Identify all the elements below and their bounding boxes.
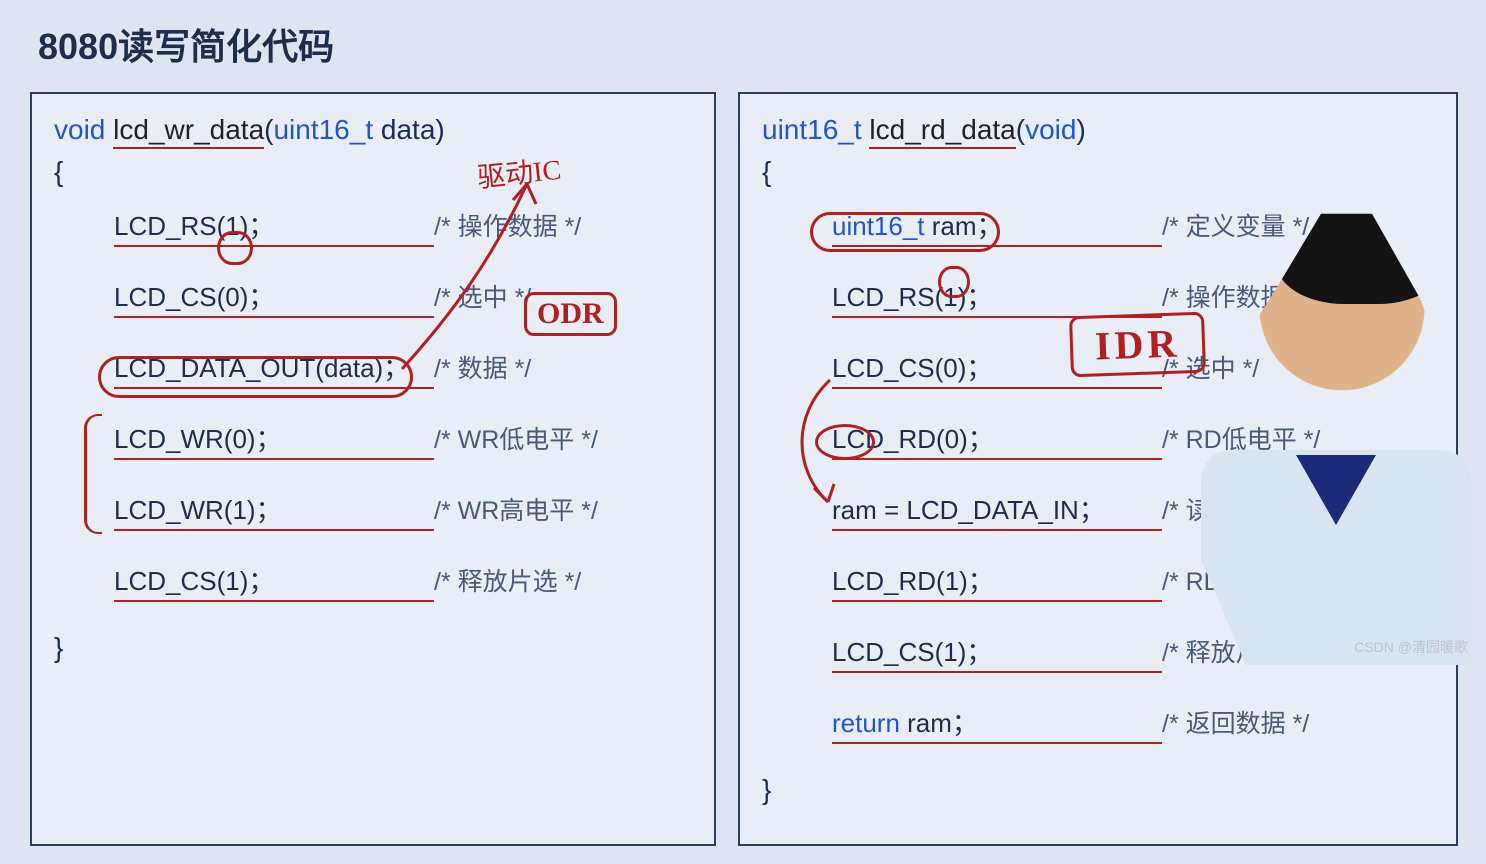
stmt: LCD_WR(0)； xyxy=(114,419,434,460)
stmt: ram = LCD_DATA_IN； xyxy=(832,490,1162,531)
code-line: LCD_WR(0)；/* WR低电平 */ xyxy=(114,419,692,460)
code-line: return ram； /* 返回数据 */ xyxy=(832,703,1434,744)
code-line: LCD_DATA_OUT(data)；/* 数据 */ xyxy=(114,348,692,389)
comment: /* 返回数据 */ xyxy=(1162,704,1309,740)
ret-type: void xyxy=(54,114,105,145)
param-name: data xyxy=(381,114,436,145)
comment: /* WR低电平 */ xyxy=(434,420,598,456)
stmt: LCD_CS(0)； xyxy=(832,348,1162,389)
code-line: LCD_WR(1)；/* WR高电平 */ xyxy=(114,490,692,531)
code-body-write: LCD_RS(1)；/* 操作数据 */ LCD_CS(0)；/* 选中 */ … xyxy=(54,206,692,602)
stmt: return ram； xyxy=(832,703,1162,744)
slide-title: 8080读写简化代码 xyxy=(30,18,1456,70)
panel-write: void lcd_wr_data(uint16_t data) { LCD_RS… xyxy=(30,92,716,846)
stmt: uint16_t ram； xyxy=(832,206,1162,247)
fn-signature-write: void lcd_wr_data(uint16_t data) xyxy=(54,112,692,148)
stmt: LCD_RS(1)； xyxy=(114,206,434,247)
stmt: LCD_CS(0)； xyxy=(114,277,434,318)
stmt: LCD_DATA_OUT(data)； xyxy=(114,348,434,389)
ret-type: uint16_t xyxy=(762,114,862,145)
stmt: LCD_RD(0)； xyxy=(832,419,1162,460)
comment: /* 数据 */ xyxy=(434,349,531,385)
stmt: LCD_RS(1)； xyxy=(832,277,1162,318)
param-void: void xyxy=(1025,114,1076,145)
param-type: uint16_t xyxy=(273,114,373,145)
fn-name: lcd_rd_data xyxy=(869,114,1015,149)
stmt: LCD_RD(1)； xyxy=(832,561,1162,602)
fn-signature-read: uint16_t lcd_rd_data(void) xyxy=(762,112,1434,148)
stmt: LCD_CS(1)； xyxy=(832,632,1162,673)
stmt: LCD_WR(1)； xyxy=(114,490,434,531)
close-brace: } xyxy=(54,632,692,664)
comment: /* WR高电平 */ xyxy=(434,491,598,527)
comment: /* 操作数据 */ xyxy=(434,207,581,243)
comment: /* 选中 */ xyxy=(434,278,531,314)
open-brace: { xyxy=(54,156,692,188)
fn-name: lcd_wr_data xyxy=(113,114,264,149)
close-brace: } xyxy=(762,774,1434,806)
stmt: LCD_CS(1)； xyxy=(114,561,434,602)
comment: /* 定义变量 */ xyxy=(1162,207,1309,243)
code-line: LCD_CS(1)；/* 释放片选 */ xyxy=(114,561,692,602)
code-line: LCD_CS(0)；/* 选中 */ xyxy=(114,277,692,318)
comment: /* 释放片选 */ xyxy=(434,562,581,598)
watermark: CSDN @清园暖歌 xyxy=(1354,637,1468,657)
code-line: LCD_RS(1)；/* 操作数据 */ xyxy=(114,206,692,247)
open-brace: { xyxy=(762,156,1434,188)
